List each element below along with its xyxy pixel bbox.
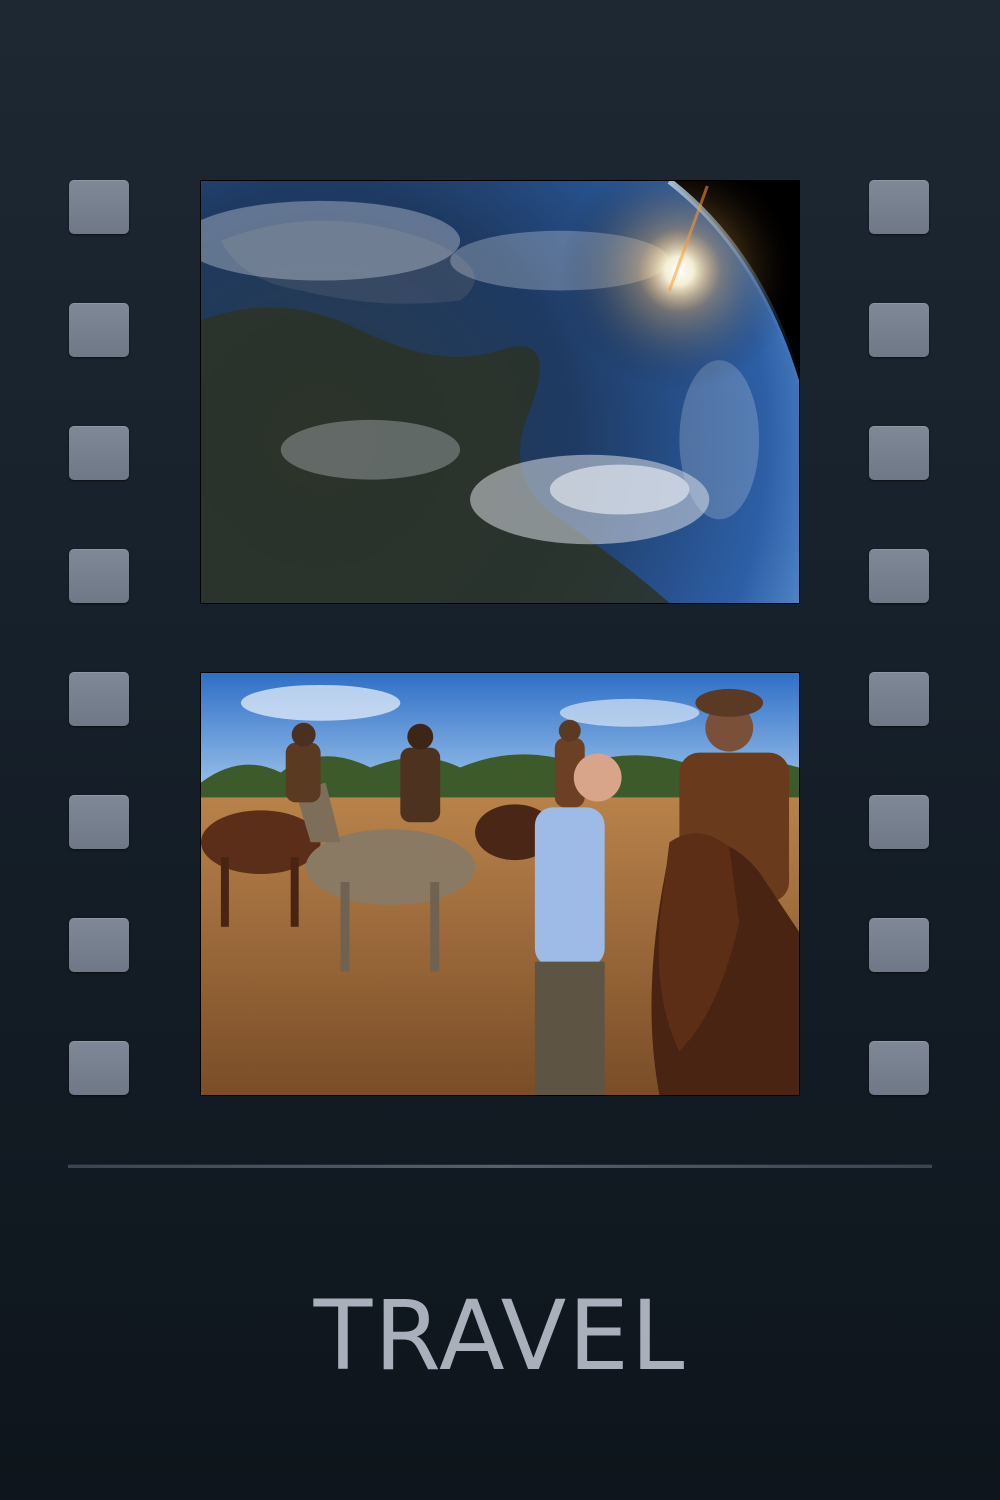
sprocket-hole-right-1: [869, 180, 929, 234]
category-title: TRAVEL: [313, 1280, 687, 1392]
sprocket-hole-left-7: [69, 918, 129, 972]
sprocket-hole-left-1: [69, 180, 129, 234]
sprocket-hole-left-2: [69, 303, 129, 357]
sprocket-hole-right-6: [869, 795, 929, 849]
divider-line: [68, 1164, 932, 1168]
sprocket-hole-left-3: [69, 426, 129, 480]
sprocket-hole-left-4: [69, 549, 129, 603]
sprocket-hole-right-5: [869, 672, 929, 726]
sprocket-hole-left-6: [69, 795, 129, 849]
sprocket-hole-right-8: [869, 1041, 929, 1095]
sprocket-hole-left-8: [69, 1041, 129, 1095]
sprocket-hole-right-2: [869, 303, 929, 357]
sprocket-hole-right-7: [869, 918, 929, 972]
horseback-riders-image: [200, 672, 800, 1096]
sprocket-hole-right-4: [869, 549, 929, 603]
sprocket-hole-left-5: [69, 672, 129, 726]
earth-from-space-image: [200, 180, 800, 604]
sprocket-hole-right-3: [869, 426, 929, 480]
